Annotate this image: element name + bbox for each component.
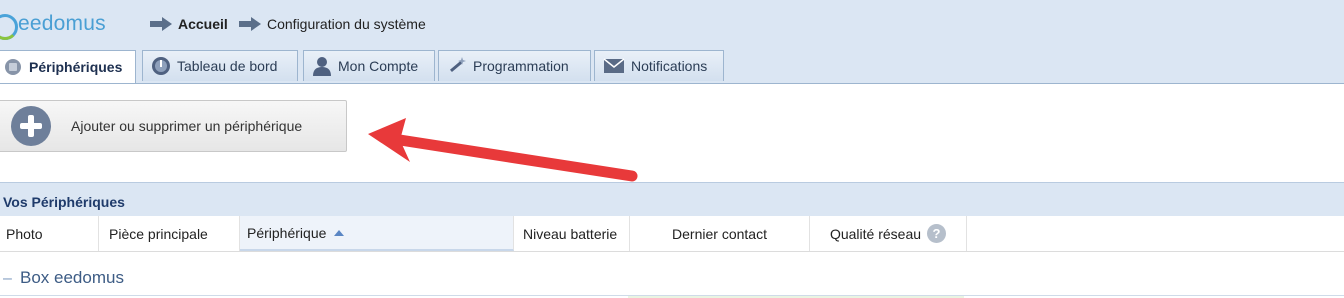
add-remove-device-button[interactable]: Ajouter ou supprimer un périphérique (0, 100, 347, 152)
top-bar: eedomus Accueil Configuration du système (0, 0, 1344, 50)
column-header-batterie[interactable]: Niveau batterie (514, 216, 630, 251)
help-icon[interactable]: ? (927, 224, 947, 243)
magic-wand-icon (449, 57, 466, 73)
add-remove-device-label: Ajouter ou supprimer un périphérique (71, 118, 303, 134)
brand-name: eedomus (18, 12, 106, 35)
devices-icon (5, 59, 21, 75)
column-header-peripherique[interactable]: Périphérique (240, 216, 514, 251)
column-header-piece[interactable]: Pièce principale (99, 216, 240, 251)
tab-bar: Périphériques Tableau de bord Mon Compte… (0, 50, 1344, 84)
logo-ring-icon (0, 14, 18, 40)
tab-label: Notifications (631, 58, 708, 74)
arrow-right-icon (239, 17, 261, 31)
column-label: Niveau batterie (523, 225, 618, 242)
dashboard-icon (152, 57, 170, 75)
envelope-icon (603, 58, 625, 73)
column-label: Dernier contact (672, 225, 767, 242)
user-icon (313, 57, 331, 76)
column-label: Pièce principale (109, 225, 208, 242)
breadcrumb-home-label: Accueil (178, 16, 228, 32)
tab-mon-compte[interactable]: Mon Compte (303, 50, 435, 81)
arrow-right-icon (150, 17, 172, 31)
tab-label: Mon Compte (338, 58, 419, 74)
table-header: Photo Pièce principale Périphérique Nive… (0, 216, 1344, 252)
tab-tableau-de-bord[interactable]: Tableau de bord (142, 50, 298, 81)
column-label: Périphérique (247, 224, 327, 241)
tab-label: Tableau de bord (177, 58, 278, 74)
plus-circle-icon (11, 106, 51, 146)
tab-peripheriques[interactable]: Périphériques (0, 50, 136, 83)
column-header-contact[interactable]: Dernier contact (630, 216, 810, 251)
tab-label: Programmation (473, 58, 569, 74)
tab-notifications[interactable]: Notifications (594, 50, 724, 81)
red-arrow-annotation (368, 118, 638, 182)
collapse-toggle-icon[interactable]: – (3, 270, 12, 288)
group-row[interactable]: – Box eedomus (0, 262, 1344, 296)
tab-label: Périphériques (29, 59, 123, 75)
column-label: Photo (6, 225, 43, 242)
breadcrumb-config[interactable]: Configuration du système (239, 16, 426, 32)
column-label: Qualité réseau (829, 225, 922, 242)
tab-programmation[interactable]: Programmation (438, 50, 591, 81)
breadcrumb-home[interactable]: Accueil (150, 16, 228, 32)
breadcrumb-config-label: Configuration du système (267, 16, 426, 32)
group-label: Box eedomus (20, 268, 124, 287)
column-header-photo[interactable]: Photo (0, 216, 99, 251)
section-title: Vos Périphériques (3, 194, 125, 210)
column-header-qualite[interactable]: Qualité réseau ? (810, 216, 967, 251)
sort-ascending-icon (334, 229, 345, 236)
section-header: Vos Périphériques (0, 182, 1344, 216)
